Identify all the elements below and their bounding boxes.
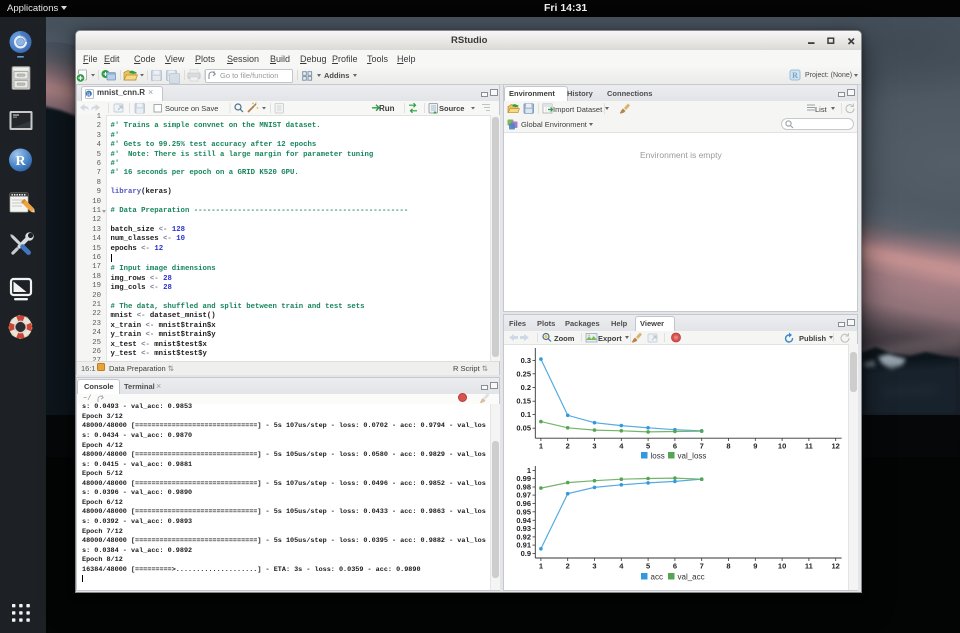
svg-text:0.25: 0.25 bbox=[516, 369, 531, 378]
svg-text:2: 2 bbox=[566, 561, 570, 570]
svg-text:1: 1 bbox=[539, 561, 543, 570]
svg-text:R: R bbox=[792, 71, 798, 80]
svg-text:0.15: 0.15 bbox=[516, 397, 531, 406]
svg-text:0.1: 0.1 bbox=[521, 410, 531, 419]
svg-text:7: 7 bbox=[700, 442, 704, 451]
svg-text:12: 12 bbox=[832, 561, 840, 570]
svg-text:11: 11 bbox=[805, 442, 813, 451]
svg-text:loss: loss bbox=[651, 452, 665, 461]
svg-text:3: 3 bbox=[592, 561, 596, 570]
svg-text:R: R bbox=[15, 154, 26, 169]
svg-text:val_loss: val_loss bbox=[678, 452, 707, 461]
svg-text:11: 11 bbox=[805, 561, 813, 570]
svg-text:9: 9 bbox=[753, 561, 757, 570]
svg-text:0.3: 0.3 bbox=[521, 356, 531, 365]
svg-text:10: 10 bbox=[778, 442, 786, 451]
svg-text:8: 8 bbox=[726, 561, 730, 570]
svg-text:5: 5 bbox=[646, 442, 650, 451]
svg-text:6: 6 bbox=[673, 561, 677, 570]
svg-text:4: 4 bbox=[619, 561, 624, 570]
svg-text:1: 1 bbox=[539, 442, 543, 451]
svg-text:val_acc: val_acc bbox=[678, 573, 705, 582]
svg-text:12: 12 bbox=[832, 442, 840, 451]
svg-text:3: 3 bbox=[592, 442, 596, 451]
svg-text:9: 9 bbox=[753, 442, 757, 451]
svg-text:6: 6 bbox=[673, 442, 677, 451]
svg-text:R: R bbox=[87, 92, 91, 98]
svg-text:7: 7 bbox=[700, 561, 704, 570]
svg-text:4: 4 bbox=[619, 442, 624, 451]
svg-text:0.9: 0.9 bbox=[521, 549, 531, 558]
svg-text:acc: acc bbox=[651, 573, 663, 582]
svg-text:8: 8 bbox=[726, 442, 730, 451]
svg-text:0.2: 0.2 bbox=[521, 383, 531, 392]
svg-text:0.05: 0.05 bbox=[516, 424, 531, 433]
svg-text:10: 10 bbox=[778, 561, 786, 570]
svg-text:2: 2 bbox=[566, 442, 570, 451]
svg-text:5: 5 bbox=[646, 561, 650, 570]
